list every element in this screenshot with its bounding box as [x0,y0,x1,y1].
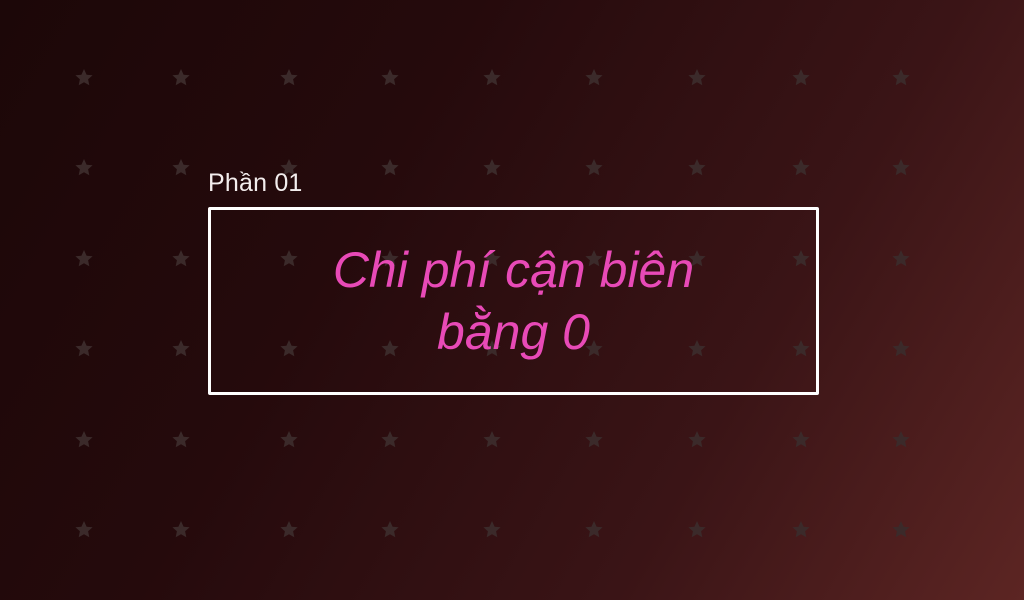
star-icon [483,521,501,538]
title-line-1: Chi phí cận biên [332,242,695,298]
star-icon [688,431,706,448]
star-icon [483,69,501,86]
star-icon [585,521,603,538]
star-icon [172,340,190,357]
star-icon [75,250,93,267]
star-icon [172,69,190,86]
title-frame: Chi phí cận biên bằng 0 [208,207,819,395]
star-icon [688,159,706,176]
star-icon [172,431,190,448]
star-icon [75,69,93,86]
star-icon [172,521,190,538]
star-icon [381,159,399,176]
star-icon [792,69,810,86]
star-icon [381,69,399,86]
star-icon [892,159,910,176]
star-icon [75,521,93,538]
star-icon [381,431,399,448]
slide: Phần 01 Chi phí cận biên bằng 0 [0,0,1024,600]
star-icon [792,521,810,538]
section-label: Phần 01 [208,169,303,197]
star-icon [280,69,298,86]
star-icon [280,431,298,448]
title-line-2: bằng 0 [437,304,590,360]
star-icon [585,69,603,86]
star-icon [280,521,298,538]
star-icon [688,69,706,86]
star-icon [792,159,810,176]
star-icon [172,159,190,176]
star-icon [892,431,910,448]
star-icon [75,340,93,357]
star-icon [688,521,706,538]
star-icon [172,250,190,267]
star-icon [585,431,603,448]
star-icon [892,250,910,267]
star-icon [892,69,910,86]
star-icon [585,159,603,176]
star-icon [483,159,501,176]
star-icon [75,431,93,448]
star-icon [892,521,910,538]
star-icon [75,159,93,176]
star-icon [892,340,910,357]
star-icon [483,431,501,448]
star-icon [792,431,810,448]
star-icon [381,521,399,538]
